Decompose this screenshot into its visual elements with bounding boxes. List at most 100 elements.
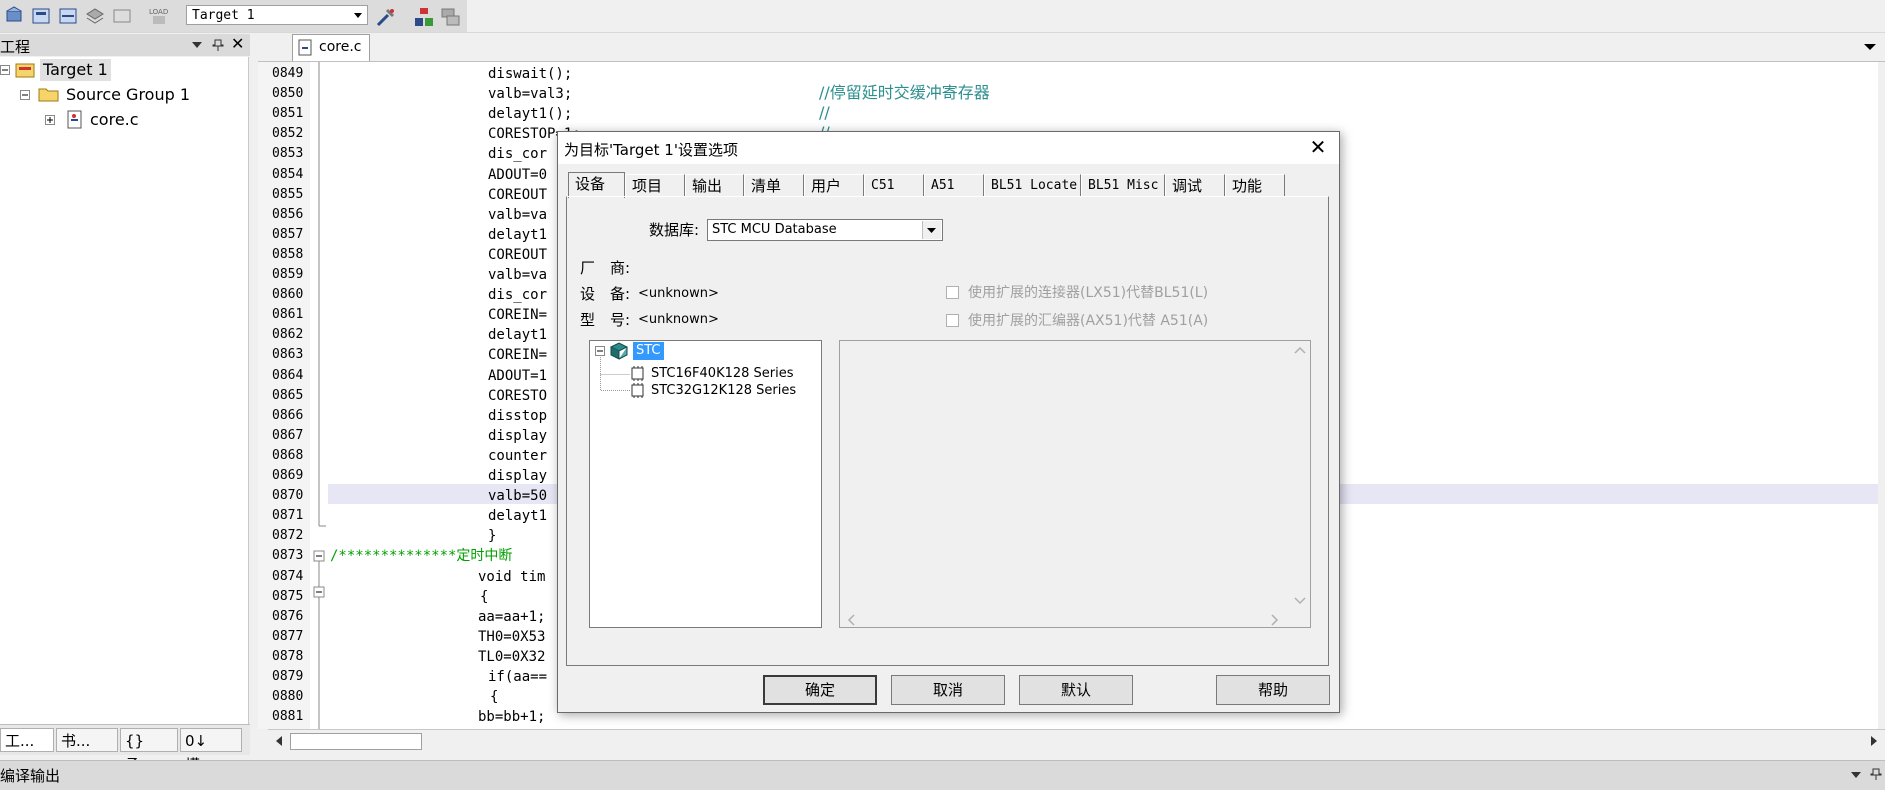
close-icon[interactable]: ✕ (231, 34, 244, 53)
code-line[interactable]: dis_cor (488, 144, 547, 164)
use-lx51-checkbox[interactable] (946, 286, 959, 299)
scroll-thumb[interactable] (290, 733, 422, 750)
code-line[interactable]: bb=bb+1; (478, 707, 545, 727)
line-number: 0850 (272, 86, 304, 101)
code-line[interactable]: delayt1 (488, 325, 547, 345)
collapse-icon[interactable] (0, 65, 11, 76)
fold-markers[interactable] (310, 62, 328, 729)
code-line[interactable]: valb=va (488, 205, 547, 225)
download-icon[interactable] (112, 6, 132, 26)
tab-output[interactable]: 输出 (685, 174, 744, 196)
rebuild-icon[interactable] (31, 6, 51, 26)
code-line[interactable]: disstop (488, 406, 547, 426)
code-line[interactable]: ADOUT=0 (488, 165, 547, 185)
scroll-right-icon[interactable] (1867, 734, 1881, 748)
scroll-right-icon[interactable] (1270, 614, 1280, 626)
code-line[interactable]: COREOUT (488, 245, 547, 265)
code-line[interactable]: void tim (478, 567, 545, 587)
vertical-scrollbar[interactable] (1878, 62, 1885, 729)
help-button[interactable]: 帮助 (1216, 675, 1330, 705)
code-line[interactable]: } (488, 526, 496, 546)
stop-build-icon[interactable] (85, 6, 105, 26)
ok-button[interactable]: 确定 (763, 675, 877, 705)
pin-icon[interactable] (1870, 767, 1882, 781)
database-select[interactable]: STC MCU Database (707, 219, 943, 241)
pin-icon[interactable] (212, 38, 224, 52)
build-icon[interactable] (4, 6, 24, 26)
line-number: 0865 (272, 388, 304, 403)
target-options-icon[interactable] (375, 6, 395, 27)
tab-debug[interactable]: 调试 (1165, 174, 1225, 196)
tab-utilities[interactable]: 功能 (1225, 174, 1285, 196)
scroll-down-icon[interactable] (1294, 596, 1306, 606)
use-ax51-checkbox[interactable] (946, 314, 959, 327)
code-line[interactable]: CORESTO (488, 386, 547, 406)
code-line[interactable]: { (480, 587, 488, 607)
target-select[interactable]: Target 1 (186, 5, 368, 25)
tab-bl51-misc[interactable]: BL51 Misc (1081, 174, 1165, 196)
tab-device[interactable]: 设备 (568, 172, 625, 198)
code-line[interactable]: ADOUT=1 (488, 366, 547, 386)
close-icon[interactable]: ✕ (1307, 136, 1329, 158)
scroll-left-icon[interactable] (846, 614, 856, 626)
expand-icon[interactable] (45, 115, 56, 126)
code-line[interactable]: { (490, 687, 498, 707)
folder-icon (38, 88, 59, 102)
code-line[interactable]: COREIN= (488, 305, 547, 325)
code-line[interactable]: delayt1 (488, 506, 547, 526)
code-comment: // (819, 103, 830, 122)
code-line[interactable]: COREIN= (488, 345, 547, 365)
code-line[interactable]: TH0=0X53 (478, 627, 545, 647)
tab-c51[interactable]: C51 (864, 174, 924, 196)
tab-project[interactable]: 工... (0, 728, 54, 752)
tab-target[interactable]: 项目 (625, 174, 685, 196)
tab-bl51-locate[interactable]: BL51 Locate (984, 174, 1081, 196)
tab-books-label: 书... (61, 732, 91, 750)
code-line[interactable]: if(aa== (488, 667, 547, 687)
code-line[interactable]: delayt1 (488, 225, 547, 245)
target-select-value: Target 1 (192, 8, 255, 23)
tab-functions[interactable]: {} 函... (120, 728, 178, 774)
code-line[interactable]: aa=aa+1; (478, 607, 545, 627)
collapse-icon[interactable] (20, 90, 31, 101)
scroll-up-icon[interactable] (1294, 345, 1306, 355)
tab-core-c[interactable]: core.c (292, 34, 370, 61)
tab-books[interactable]: 书... (56, 728, 118, 752)
cancel-button[interactable]: 取消 (891, 675, 1005, 705)
tree-item-target[interactable]: Target 1 (40, 59, 111, 81)
manage-components-icon[interactable] (413, 6, 433, 26)
code-line[interactable]: COREOUT (488, 185, 547, 205)
code-line[interactable]: delayt1(); (488, 104, 572, 124)
dropdown-icon[interactable] (1850, 770, 1862, 780)
collapse-icon[interactable] (595, 346, 606, 357)
batch-build-icon[interactable] (58, 6, 78, 26)
code-line[interactable]: dis_cor (488, 285, 547, 305)
load-icon[interactable]: LOAD (148, 6, 168, 26)
code-line[interactable]: display (488, 466, 547, 486)
code-line[interactable]: valb=va (488, 265, 547, 285)
tab-a51[interactable]: A51 (924, 174, 984, 196)
code-line[interactable]: valb=val3; (488, 84, 572, 104)
chevron-down-icon[interactable] (1863, 42, 1877, 52)
code-line[interactable]: TL0=0X32 (478, 647, 545, 667)
code-line[interactable]: valb=50 (488, 486, 547, 506)
dropdown-icon[interactable] (191, 40, 203, 50)
code-line[interactable]: counter (488, 446, 547, 466)
tab-templates[interactable]: 0↓ 模... (180, 728, 242, 774)
code-line[interactable]: display (488, 426, 547, 446)
tree-item-source-group[interactable]: Source Group 1 (66, 84, 190, 106)
horizontal-scrollbar[interactable] (268, 729, 1885, 752)
tab-user[interactable]: 用户 (804, 174, 864, 196)
scroll-left-icon[interactable] (272, 734, 286, 748)
pack-installer-icon[interactable] (440, 6, 460, 26)
code-line[interactable]: diswait(); (488, 64, 572, 84)
defaults-button[interactable]: 默认 (1019, 675, 1133, 705)
tab-listing[interactable]: 清单 (744, 174, 804, 196)
code-text: COREIN= (488, 347, 548, 363)
code-text: aa=aa+1; (478, 609, 546, 625)
code-text: valb=va (488, 207, 548, 223)
code-line[interactable]: /**************定时中断 (330, 546, 512, 566)
tree-item-core-c[interactable]: core.c (90, 109, 139, 131)
tree-item-series[interactable]: STC16F40K128 Series (651, 365, 794, 383)
tree-item-series[interactable]: STC32G12K128 Series (651, 382, 796, 400)
